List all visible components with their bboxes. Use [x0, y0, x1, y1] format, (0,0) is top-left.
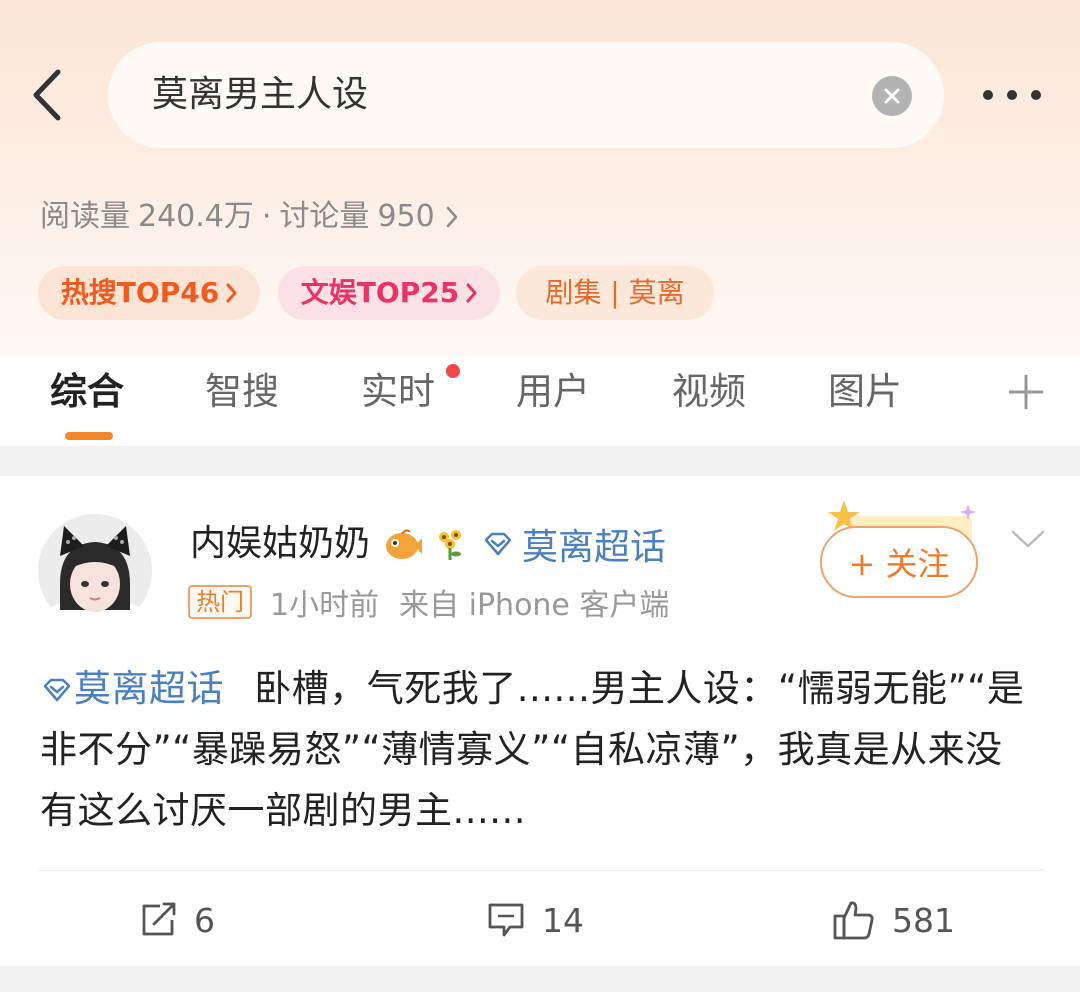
more-icon — [983, 90, 1041, 100]
repost-icon — [142, 902, 176, 936]
chevron-right-icon — [466, 283, 477, 303]
like-icon — [833, 901, 874, 940]
hot-badge: 热门 — [188, 585, 252, 619]
clear-button[interactable] — [872, 76, 912, 116]
follow-button[interactable]: + 关注 — [820, 526, 978, 598]
super-topic-icon — [43, 678, 71, 702]
back-button[interactable] — [28, 68, 78, 122]
reads-label: 阅读量 — [40, 199, 130, 234]
discussions-count: 950 — [377, 199, 435, 234]
post-card: 内娱姑奶奶 莫离超话 热门 1小时前 来自 iPhone 客户端 + 关注 莫离… — [0, 476, 1080, 966]
drama-label: 剧集 | 莫离 — [545, 276, 685, 309]
post-options-button[interactable] — [1010, 528, 1046, 552]
post-source: 来自 iPhone 客户端 — [399, 588, 670, 623]
stats-separator: · — [261, 199, 272, 234]
back-arrow-icon — [33, 69, 61, 121]
clear-icon — [884, 88, 900, 104]
chevron-right-icon — [226, 283, 237, 303]
tab-images[interactable]: 图片 — [828, 368, 902, 416]
chevron-down-icon — [1011, 530, 1045, 548]
fish-emoji-icon — [386, 529, 423, 559]
avatar-image — [38, 514, 152, 628]
feed-gap — [0, 966, 1080, 992]
inline-super-topic-link[interactable]: 莫离超话 — [40, 667, 236, 710]
post-meta: 热门 1小时前 来自 iPhone 客户端 — [188, 582, 670, 623]
plus-icon — [1009, 375, 1043, 409]
post-body: 莫离超话 卧槽，气死我了......男主人设：“懦弱无能”“是非不分”“暴躁易怒… — [40, 658, 1040, 841]
tab-comprehensive[interactable]: 综合 — [50, 368, 124, 416]
like-button[interactable]: 581 — [832, 894, 955, 946]
hot-search-label: 热搜TOP46 — [60, 276, 220, 309]
reads-count: 240.4万 — [138, 199, 254, 234]
comment-button[interactable]: 14 — [486, 894, 584, 946]
entertainment-tag[interactable]: 文娱TOP25 — [278, 266, 500, 320]
active-tab-indicator — [65, 432, 113, 440]
sunflower-emoji-icon — [439, 530, 462, 560]
chevron-right-icon — [446, 206, 457, 228]
tab-bar: 综合 智搜 实时 用户 视频 图片 — [0, 356, 1080, 446]
super-topic-icon — [484, 532, 512, 556]
tab-realtime[interactable]: 实时 — [361, 368, 435, 416]
username[interactable]: 内娱姑奶奶 — [190, 520, 370, 568]
user-super-topic-link[interactable]: 莫离超话 — [482, 518, 666, 570]
hot-search-tag[interactable]: 热搜TOP46 — [38, 266, 260, 320]
drama-tag[interactable]: 剧集 | 莫离 — [516, 266, 714, 320]
repost-count: 6 — [194, 900, 215, 940]
topic-stats[interactable]: 阅读量 240.4万 · 讨论量 950 — [40, 197, 459, 237]
repost-button[interactable]: 6 — [140, 894, 215, 946]
comment-count: 14 — [542, 900, 584, 940]
avatar[interactable] — [38, 514, 152, 628]
like-count: 581 — [892, 900, 955, 940]
divider — [38, 870, 1044, 871]
user-name-row: 内娱姑奶奶 莫离超话 — [190, 520, 666, 568]
tab-users[interactable]: 用户 — [516, 368, 590, 416]
comment-icon — [488, 903, 524, 937]
add-tab-button[interactable] — [1006, 372, 1046, 412]
inline-super-topic-label: 莫离超话 — [74, 667, 224, 710]
search-box[interactable]: 莫离男主人设 — [108, 42, 944, 148]
more-button[interactable] — [980, 80, 1044, 110]
discussions-label: 讨论量 — [279, 199, 370, 234]
search-query[interactable]: 莫离男主人设 — [152, 72, 368, 118]
post-time: 1小时前 — [270, 588, 380, 623]
tab-videos[interactable]: 视频 — [672, 368, 746, 416]
entertainment-label: 文娱TOP25 — [300, 276, 460, 309]
realtime-notification-dot — [446, 364, 460, 378]
tab-smart-search[interactable]: 智搜 — [205, 368, 279, 416]
user-super-topic-label: 莫离超话 — [522, 527, 667, 568]
